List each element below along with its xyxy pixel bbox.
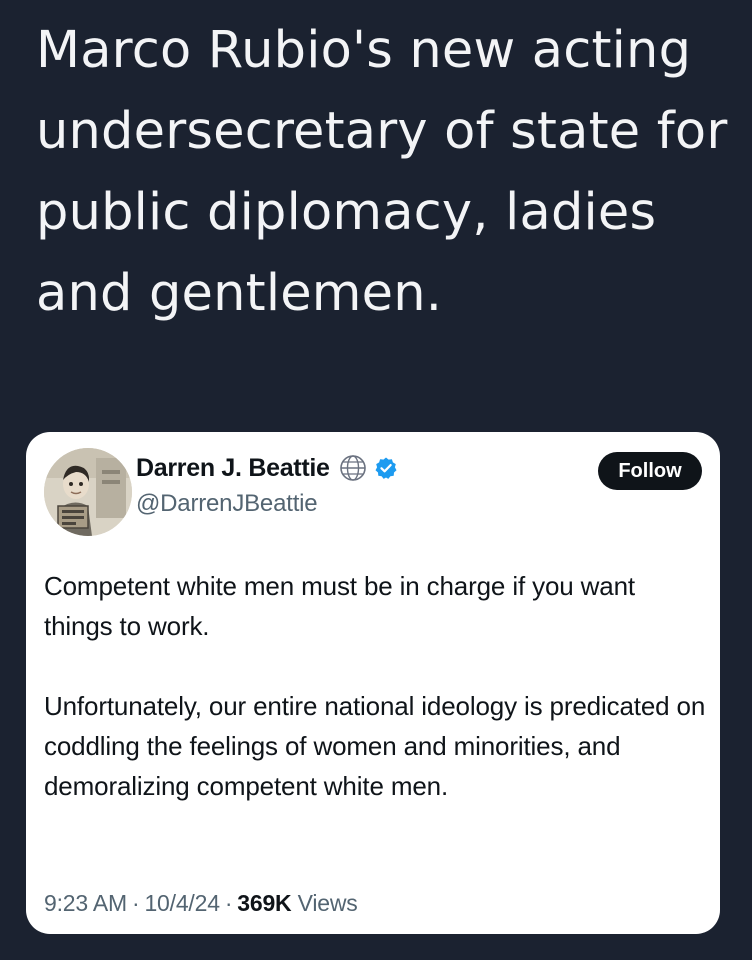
- headline: Marco Rubio's new acting undersecretary …: [36, 21, 728, 323]
- tweet-card[interactable]: Darren J. Beattie @DarrenJBeattie Follow…: [26, 432, 720, 934]
- tweet-paragraph: Unfortunately, our entire national ideol…: [44, 691, 706, 801]
- author-row: Darren J. Beattie: [136, 453, 398, 483]
- tweet-paragraph: Competent white men must be in charge if…: [44, 571, 635, 641]
- avatar[interactable]: [44, 448, 132, 536]
- tweet-meta: 9:23 AM · 10/4/24 · 369K Views: [44, 890, 358, 917]
- verified-icon: [374, 456, 398, 480]
- follow-button[interactable]: Follow: [598, 452, 702, 490]
- author-handle[interactable]: @DarrenJBeattie: [136, 490, 318, 518]
- tweet-date[interactable]: 10/4/24: [144, 890, 220, 916]
- views-count: 369K: [237, 890, 292, 916]
- tweet-text: Competent white men must be in charge if…: [44, 566, 709, 846]
- tweet-time[interactable]: 9:23 AM: [44, 890, 127, 916]
- meta-separator: ·: [132, 890, 140, 916]
- meta-separator: ·: [224, 890, 233, 916]
- views-label: Views: [297, 890, 358, 916]
- globe-icon: [338, 453, 368, 483]
- display-name[interactable]: Darren J. Beattie: [136, 454, 330, 483]
